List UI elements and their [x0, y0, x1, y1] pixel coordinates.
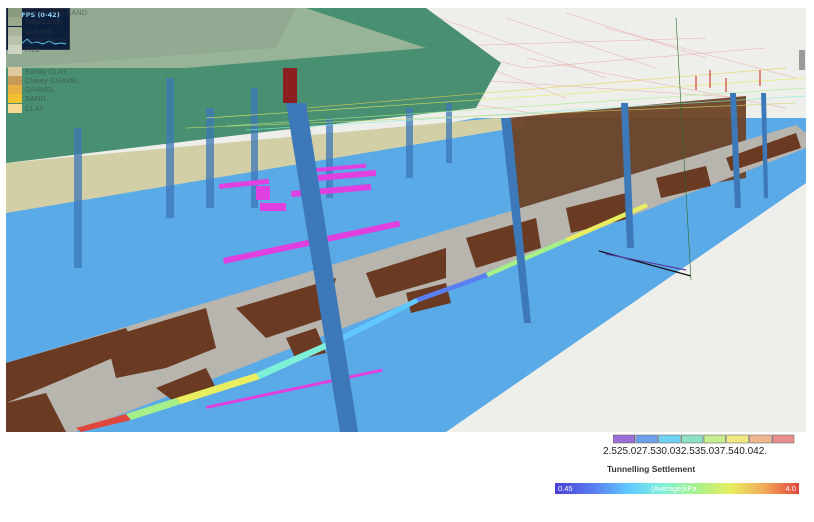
legend-item: Clayey Silty SAND — [8, 8, 87, 17]
legend-item: Sandy CLAY — [8, 66, 68, 76]
legend-swatch — [8, 45, 22, 55]
legend-item: Gravelly — [8, 26, 53, 36]
legend-item: CONCRETE — [8, 35, 68, 45]
3d-viewport[interactable] — [6, 8, 806, 432]
tunnel-scene[interactable] — [6, 8, 806, 432]
colorbar: 0.45 (Average)kPa 4.0 — [555, 483, 799, 494]
legend-swatch — [8, 8, 22, 17]
histogram-ticks: 2.525.027.530.032.535.037.540.042. — [603, 446, 768, 457]
legend-label: Silty/Sandy — [25, 17, 63, 27]
legend-item: FILL — [8, 45, 41, 55]
legend-label: Sandy CLAY — [25, 66, 68, 76]
legend-label: SAND — [25, 94, 46, 104]
legend-swatch — [8, 66, 22, 76]
histogram-bin — [703, 434, 726, 444]
legend-item: GRAVEL — [8, 85, 55, 95]
legend-label: Clayey Silty SAND — [25, 8, 88, 17]
histogram-bin — [658, 434, 681, 444]
histogram-bin — [726, 434, 749, 444]
histogram-bin — [749, 434, 772, 444]
legend-label: Clayey GRAVEL — [25, 75, 80, 85]
legend-item: Silty/Sandy — [8, 17, 63, 27]
legend-label: FILL — [25, 45, 41, 55]
legend-swatch — [8, 17, 22, 27]
colorbar-min: 0.45 — [558, 484, 573, 493]
legend-swatch — [8, 103, 22, 113]
colorbar-center: (Average)kPa — [651, 484, 697, 493]
legend-item: CLAY — [8, 103, 45, 113]
legend-swatch — [8, 26, 22, 36]
histogram-bars — [613, 434, 795, 444]
legend-swatch — [8, 94, 22, 104]
legend-label: CONCRETE — [25, 35, 68, 45]
colorbar-max: 4.0 — [785, 484, 796, 493]
histogram-bin — [635, 434, 658, 444]
legend-label: GRAVEL — [25, 85, 55, 95]
legend-item: Clayey GRAVEL — [8, 75, 80, 85]
legend-swatch — [8, 85, 22, 95]
colorbar-title: Tunnelling Settlement — [607, 464, 696, 474]
legend-swatch — [8, 75, 22, 85]
histogram-bin — [613, 434, 635, 444]
histogram-panel: 2.525.027.530.032.535.037.540.042. — [603, 434, 795, 457]
legend-item: SAND — [8, 94, 46, 104]
pile-cap — [283, 68, 297, 103]
legend-swatch — [8, 35, 22, 45]
legend-label: CLAY — [25, 103, 45, 113]
scrollbar-thumb[interactable] — [799, 50, 805, 70]
histogram-bin — [681, 434, 704, 444]
histogram-bin — [772, 434, 795, 444]
legend-label: Gravelly — [25, 26, 53, 36]
